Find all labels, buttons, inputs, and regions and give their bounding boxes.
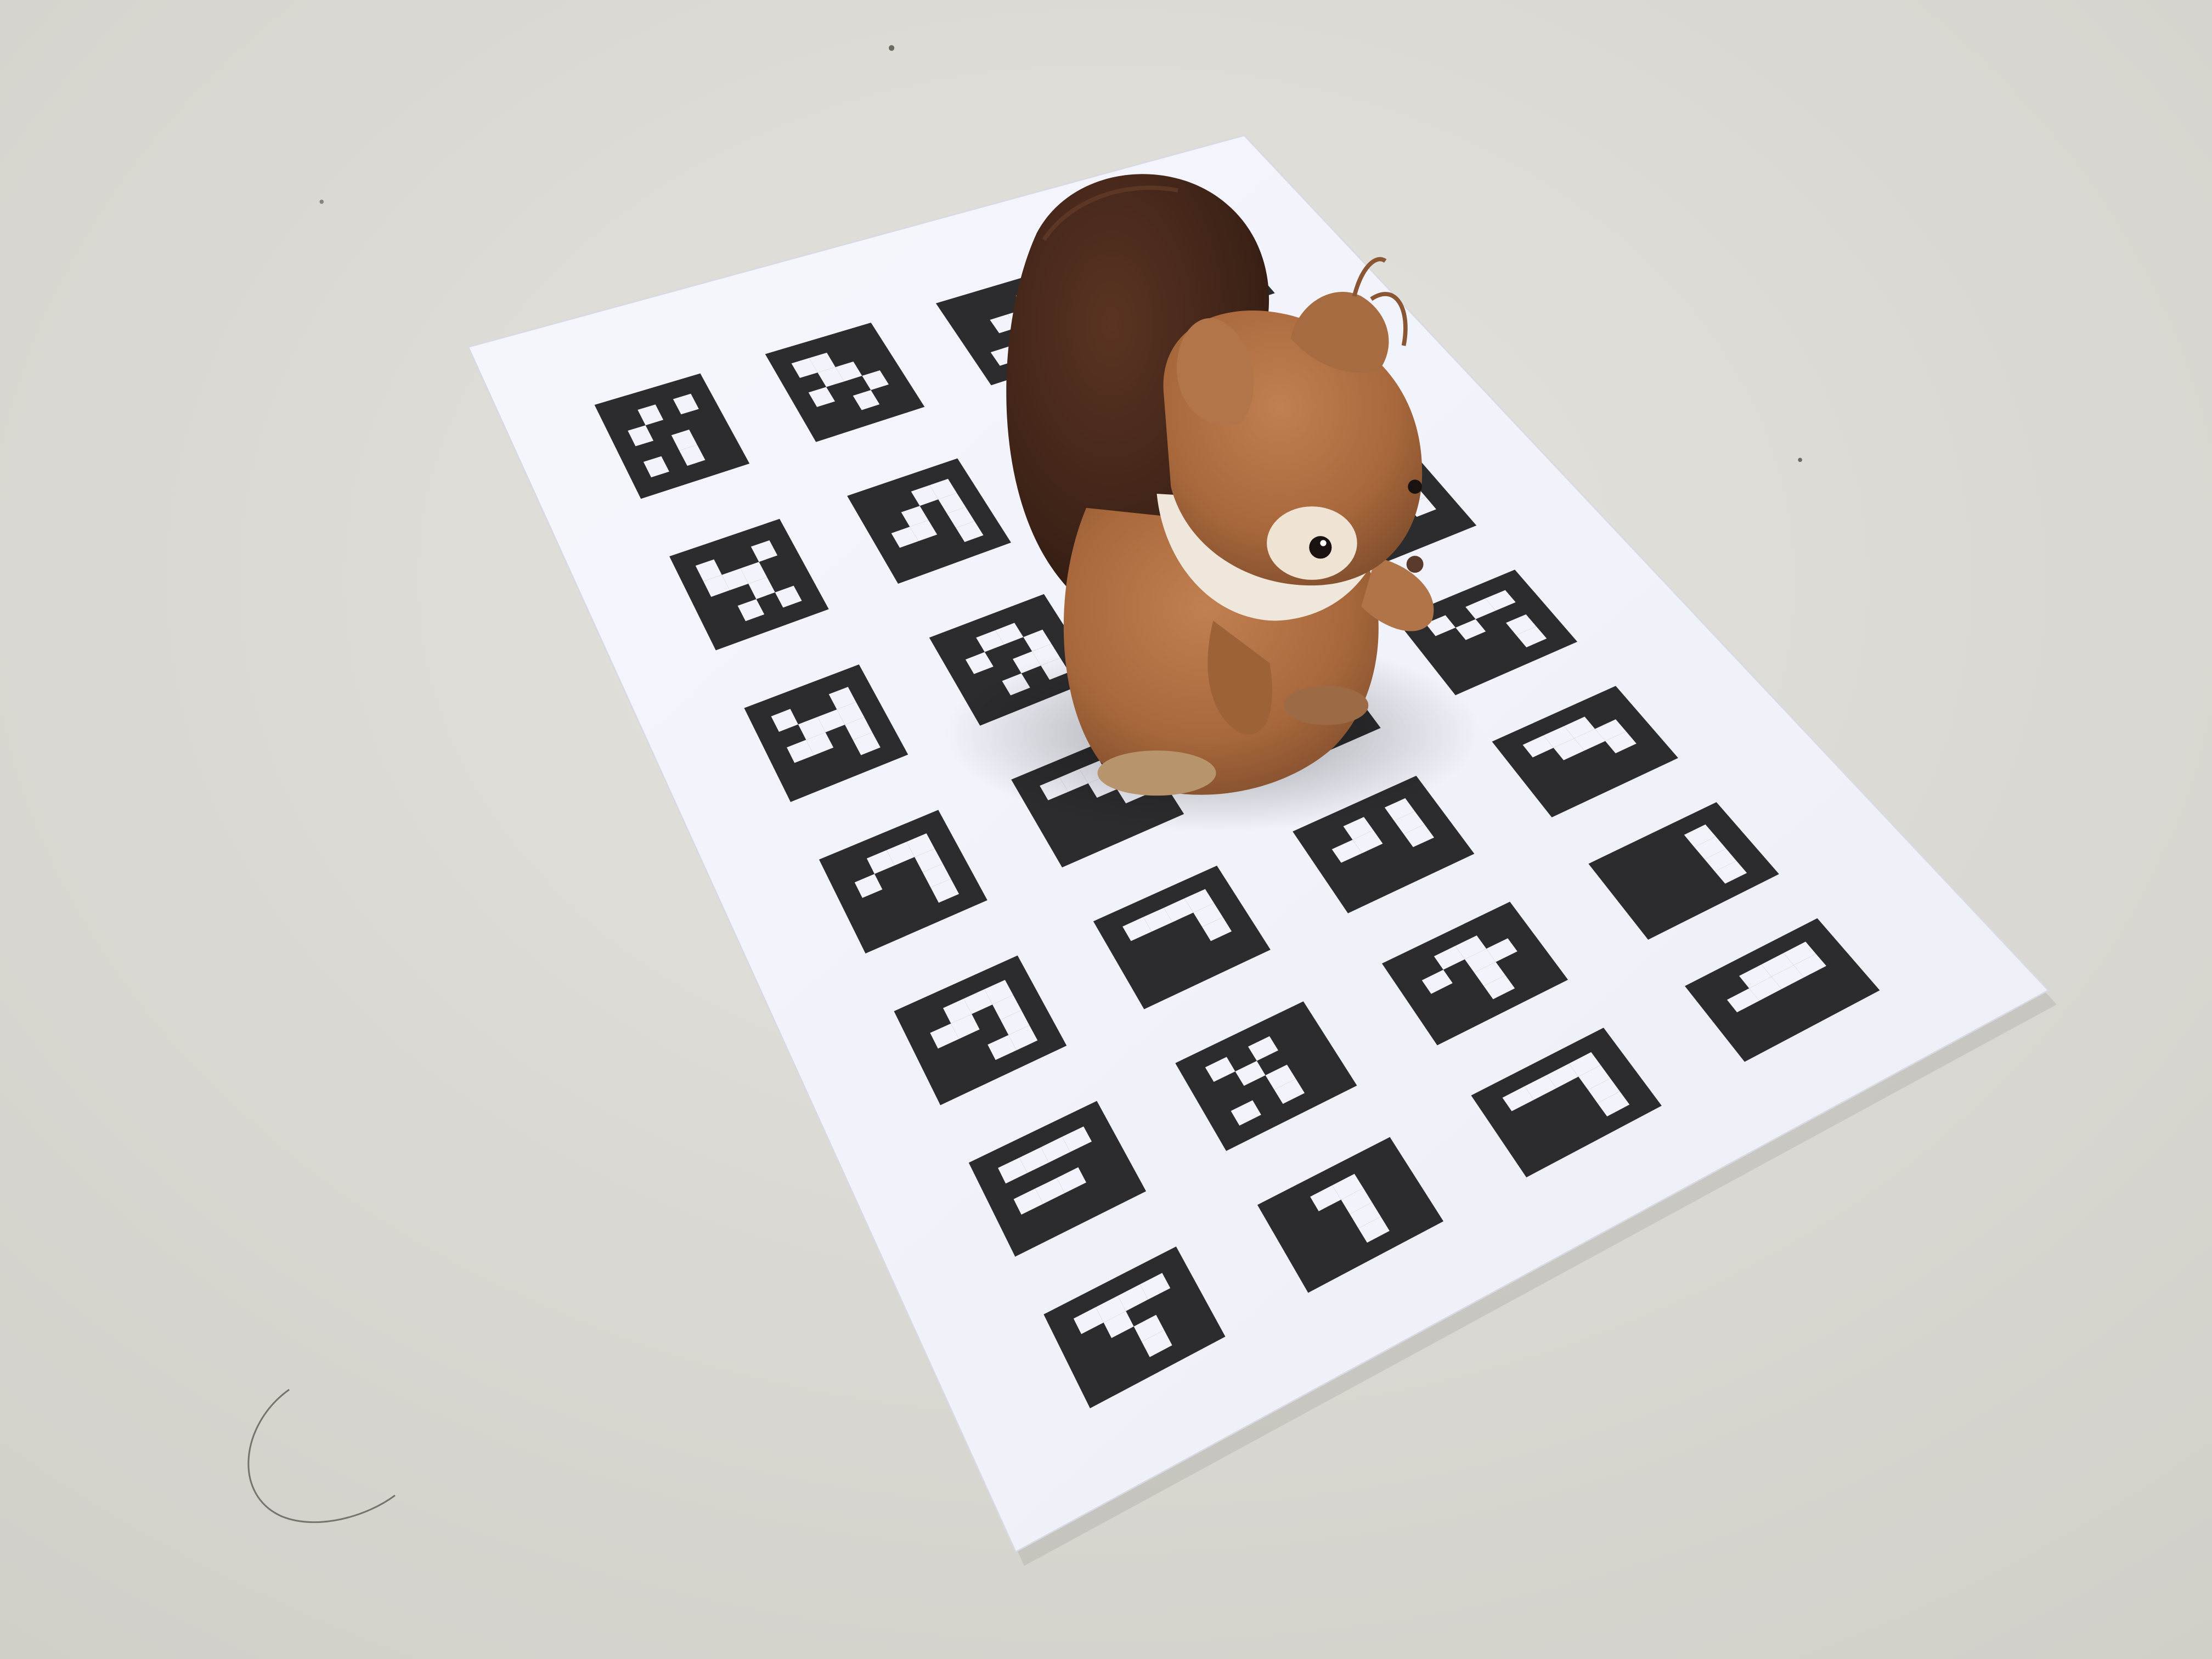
scene-canvas: [0, 0, 2212, 1659]
hind-foot: [1097, 751, 1216, 796]
eye: [1309, 536, 1332, 559]
nose: [1406, 556, 1424, 573]
table-speck: [889, 45, 895, 51]
table-speck: [1798, 458, 1802, 462]
table-speck: [319, 199, 324, 204]
photo-scene: [0, 0, 2212, 1659]
eye: [1408, 479, 1422, 494]
hind-foot: [1284, 685, 1369, 725]
